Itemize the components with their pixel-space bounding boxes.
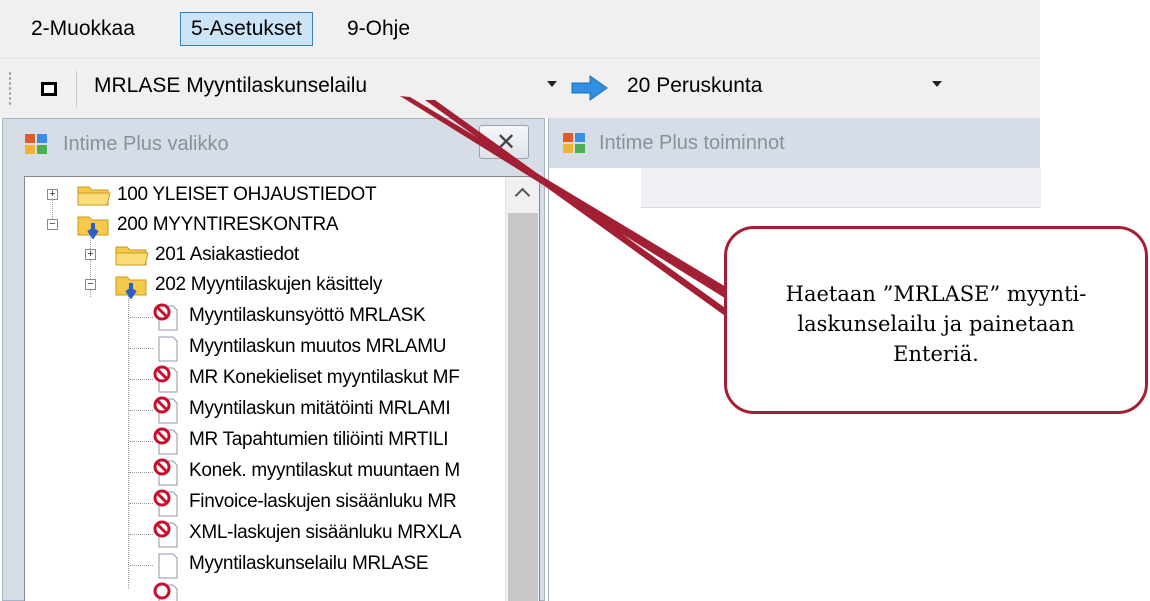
tree-item-label: MR Konekieliset myyntilaskut MF: [189, 367, 460, 388]
tree-item-label: Myyntilaskun muutos MRLAMU: [189, 336, 447, 357]
tree-connector: [129, 348, 153, 349]
tree-connector: [129, 534, 153, 535]
tree-item-100[interactable]: + 100 YLEISET OHJAUSTIEDOT: [25, 181, 505, 211]
tree-connector: [129, 565, 153, 566]
menu-panel-title: Intime Plus valikko: [63, 133, 229, 155]
folder-open-icon: [77, 216, 109, 239]
menu-ohje[interactable]: 9-Ohje: [336, 12, 421, 46]
folder-open-icon: [115, 276, 147, 299]
close-button[interactable]: ✕: [479, 125, 529, 159]
document-blocked-icon: [153, 365, 178, 393]
tree-connector: [129, 472, 153, 473]
tree-item-label: Finvoice-laskujen sisäänluku MR: [189, 491, 457, 512]
menu-asetukset[interactable]: 5-Asetukset: [180, 12, 313, 46]
folder-icon: [115, 246, 149, 266]
collapse-icon[interactable]: −: [85, 279, 96, 290]
callout-line-1: Haetaan ”MRLASE” myynti-: [785, 282, 1087, 306]
program-dropdown-icon[interactable]: [547, 81, 557, 87]
close-icon: ✕: [496, 129, 517, 156]
company-combo[interactable]: 20 Peruskunta: [627, 74, 762, 98]
tree-item-label: Myyntilaskun mitätöinti MRLAMI: [189, 398, 451, 419]
tree-item-cutoff[interactable]: [25, 581, 505, 601]
tree-connector: [129, 441, 153, 442]
tree-item-label: 100 YLEISET OHJAUSTIEDOT: [117, 184, 377, 205]
document-icon: [158, 553, 178, 579]
tree-item-200[interactable]: − 200 MYYNTIRESKONTRA: [25, 211, 505, 241]
window-icon: [25, 134, 47, 154]
tree-item-202[interactable]: − 202 Myyntilaskujen käsittely: [25, 271, 505, 301]
tree-item-label: 201 Asiakastiedot: [155, 244, 299, 265]
tree-item-label: Myyntilaskunselailu MRLASE: [189, 553, 429, 574]
document-blocked-icon: [153, 396, 178, 424]
document-icon: [158, 336, 178, 362]
expand-icon[interactable]: +: [47, 189, 58, 200]
scroll-thumb[interactable]: [508, 213, 538, 601]
tree-item-mrlamu[interactable]: Myyntilaskun muutos MRLAMU: [25, 333, 505, 363]
tree-item-xml[interactable]: XML-laskujen sisäänluku MRXLA: [25, 519, 505, 549]
tree-item-label: Myyntilaskunsyöttö MRLASK: [189, 305, 426, 326]
scroll-up-icon[interactable]: [506, 177, 539, 211]
collapse-icon[interactable]: −: [47, 219, 58, 230]
company-dropdown-icon[interactable]: [932, 81, 942, 87]
tree-item-label: XML-laskujen sisäänluku MRXLA: [189, 522, 462, 543]
toolbar-grip[interactable]: [8, 71, 12, 107]
toolbar: MRLASE Myyntilaskunselailu 20 Peruskunta: [0, 58, 1040, 118]
callout-line-2: laskunselailu ja painetaan: [797, 312, 1075, 336]
tree-item-mrlami[interactable]: Myyntilaskun mitätöinti MRLAMI: [25, 395, 505, 425]
menu-tree: + 100 YLEISET OHJAUSTIEDOT − 200 MYYNTIR…: [24, 176, 540, 601]
menu-bar: 2-Muokkaa 5-Asetukset 9-Ohje: [0, 0, 1040, 58]
functions-tabstrip: [641, 168, 1041, 208]
tree-item-mr-konekieliset[interactable]: MR Konekieliset myyntilaskut MF: [25, 364, 505, 394]
callout-line-3: Enteriä.: [893, 342, 979, 366]
tree-item-label: 202 Myyntilaskujen käsittely: [155, 274, 383, 295]
tree-item-mrtili[interactable]: MR Tapahtumien tiliöinti MRTILI: [25, 426, 505, 456]
toolbar-separator: [76, 71, 77, 107]
callout-text: Haetaan ”MRLASE” myynti- laskunselailu j…: [727, 279, 1145, 369]
window-icon: [563, 133, 585, 153]
tree-item-label: Konek. myyntilaskut muuntaen M: [189, 460, 460, 481]
tree-item-mrlase[interactable]: Myyntilaskunselailu MRLASE: [25, 550, 505, 580]
document-blocked-icon: [153, 427, 178, 455]
functions-panel-title: Intime Plus toiminnot: [599, 132, 785, 154]
tree-connector: [129, 317, 153, 318]
tree-connector: [129, 379, 153, 380]
document-blocked-icon: [153, 489, 178, 517]
tree-item-label: MR Tapahtumien tiliöinti MRTILI: [189, 429, 449, 450]
tree-scrollbar[interactable]: [505, 177, 539, 601]
stop-icon: [41, 82, 57, 96]
tree-item-konek-muuntaen[interactable]: Konek. myyntilaskut muuntaen M: [25, 457, 505, 487]
menu-muokkaa[interactable]: 2-Muokkaa: [20, 12, 146, 46]
callout-box: Haetaan ”MRLASE” myynti- laskunselailu j…: [724, 226, 1148, 414]
tree-item-mrlask[interactable]: Myyntilaskunsyöttö MRLASK: [25, 302, 505, 332]
arrow-right-icon[interactable]: [570, 73, 610, 103]
folder-icon: [77, 186, 111, 206]
document-blocked-icon: [153, 303, 178, 331]
document-blocked-icon: [153, 520, 178, 548]
document-blocked-icon: [153, 582, 178, 601]
tree-item-201[interactable]: + 201 Asiakastiedot: [25, 241, 505, 271]
menu-panel: Intime Plus valikko ✕ + 100 YLEISET OHJA…: [2, 118, 545, 601]
tree-connector: [129, 410, 153, 411]
tree-item-finvoice[interactable]: Finvoice-laskujen sisäänluku MR: [25, 488, 505, 518]
expand-icon[interactable]: +: [85, 249, 96, 260]
stop-button[interactable]: [34, 76, 62, 102]
program-combo[interactable]: MRLASE Myyntilaskunselailu: [94, 74, 367, 98]
tree-item-label: 200 MYYNTIRESKONTRA: [117, 214, 339, 235]
functions-panel-header: Intime Plus toiminnot: [549, 118, 1040, 168]
document-blocked-icon: [153, 458, 178, 486]
tree-connector: [129, 503, 153, 504]
menu-panel-header: Intime Plus valikko ✕: [3, 119, 544, 169]
